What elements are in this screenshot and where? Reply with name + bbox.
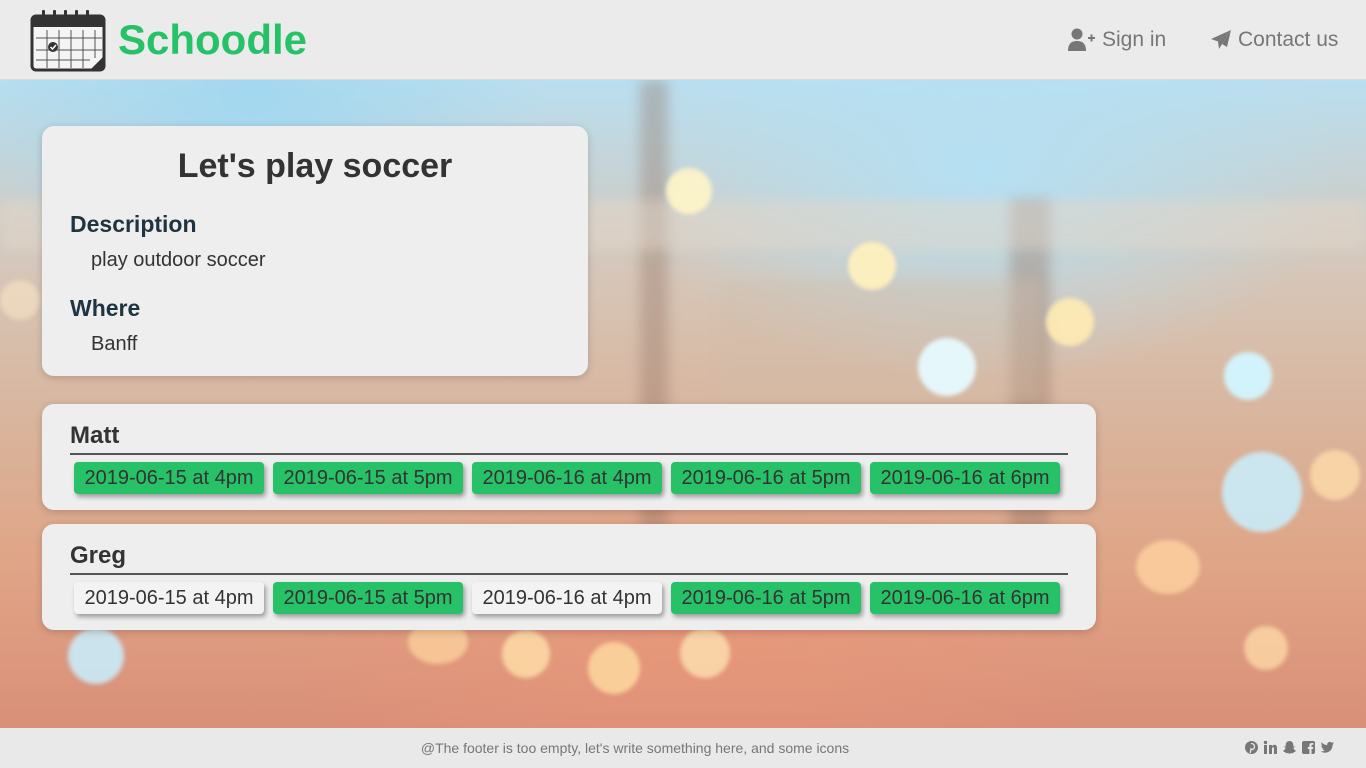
- event-title: Let's play soccer: [177, 147, 453, 185]
- time-slot[interactable]: 2019-06-16 at 5pm: [671, 462, 861, 494]
- description-text: play outdoor soccer: [91, 249, 266, 271]
- time-slot[interactable]: 2019-06-16 at 6pm: [870, 582, 1060, 614]
- time-slot[interactable]: 2019-06-15 at 4pm: [74, 582, 264, 614]
- footer-text: @The footer is too empty, let's write so…: [420, 740, 850, 756]
- social-links: [1244, 740, 1335, 755]
- top-navbar: Schoodle Sign in Contact us: [0, 0, 1366, 80]
- calendar-logo-icon[interactable]: [30, 8, 106, 72]
- sign-in-link[interactable]: Sign in: [1068, 26, 1166, 54]
- time-slot[interactable]: 2019-06-16 at 4pm: [472, 462, 662, 494]
- time-slot[interactable]: 2019-06-15 at 5pm: [273, 462, 463, 494]
- brand-name[interactable]: Schoodle: [118, 16, 307, 64]
- twitter-icon[interactable]: [1320, 740, 1335, 755]
- time-slot[interactable]: 2019-06-16 at 6pm: [870, 462, 1060, 494]
- participant-card-matt: Matt 2019-06-15 at 4pm 2019-06-15 at 5pm…: [42, 404, 1096, 510]
- where-text: Banff: [91, 333, 138, 355]
- time-slot[interactable]: 2019-06-15 at 5pm: [273, 582, 463, 614]
- time-slot-list: 2019-06-15 at 4pm 2019-06-15 at 5pm 2019…: [74, 582, 1068, 614]
- pinterest-icon[interactable]: [1244, 740, 1259, 755]
- time-slot-list: 2019-06-15 at 4pm 2019-06-15 at 5pm 2019…: [74, 462, 1068, 494]
- user-plus-icon: [1068, 28, 1095, 51]
- snapchat-icon[interactable]: [1282, 740, 1297, 755]
- page-footer: @The footer is too empty, let's write so…: [0, 728, 1366, 768]
- event-details-card: Let's play soccer Description play outdo…: [42, 126, 588, 376]
- paper-plane-icon: [1211, 30, 1231, 49]
- where-heading: Where: [70, 295, 141, 321]
- contact-label: Contact us: [1238, 28, 1339, 51]
- participant-card-greg: Greg 2019-06-15 at 4pm 2019-06-15 at 5pm…: [42, 524, 1096, 630]
- sign-in-label: Sign in: [1102, 28, 1167, 51]
- time-slot[interactable]: 2019-06-15 at 4pm: [74, 462, 264, 494]
- time-slot[interactable]: 2019-06-16 at 5pm: [671, 582, 861, 614]
- participant-name: Matt: [70, 404, 1068, 455]
- contact-link[interactable]: Contact us: [1210, 26, 1338, 54]
- time-slot[interactable]: 2019-06-16 at 4pm: [472, 582, 662, 614]
- description-heading: Description: [70, 211, 197, 237]
- participant-name: Greg: [70, 524, 1068, 575]
- linkedin-icon[interactable]: [1263, 740, 1278, 755]
- facebook-icon[interactable]: [1301, 740, 1316, 755]
